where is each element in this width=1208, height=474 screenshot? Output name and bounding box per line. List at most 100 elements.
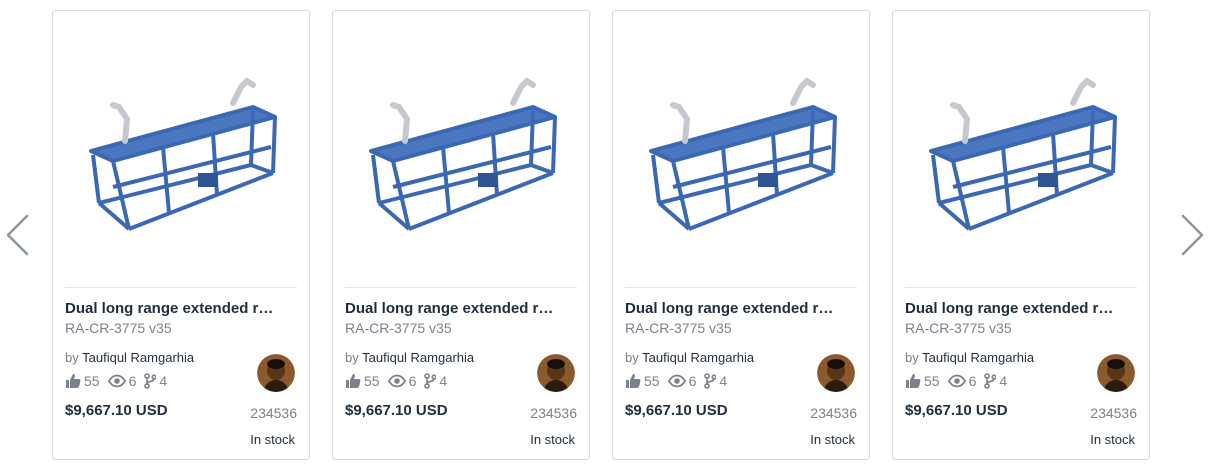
author-line: by Taufiqul Ramgarhia [905,350,1034,365]
author-photo [537,354,575,392]
chevron-right-icon [1181,214,1204,256]
views-stat: 6 [107,373,137,389]
views-stat: 6 [667,373,697,389]
product-carousel: Dual long range extended r… RA-CR-3775 v… [52,10,1152,462]
product-price: $9,667.10 USD [905,402,1008,419]
author-link[interactable]: Taufiqul Ramgarhia [362,350,474,365]
carousel-next-button[interactable] [1170,210,1208,260]
product-thumbnail[interactable] [63,23,299,285]
author-link[interactable]: Taufiqul Ramgarhia [82,350,194,365]
by-label: by [345,350,359,365]
views-count: 6 [968,373,977,389]
robot-frame-image [89,77,277,231]
stock-status: In stock [250,432,295,447]
forks-stat: 4 [984,373,1007,389]
author-avatar[interactable] [257,354,295,392]
forks-stat: 4 [144,373,167,389]
carousel-prev-button[interactable] [0,210,40,260]
by-label: by [65,350,79,365]
product-title[interactable]: Dual long range extended r… [65,300,301,317]
product-thumbnail[interactable] [623,23,859,285]
eye-icon [947,374,966,388]
part-number: RA-CR-3775 v35 [65,320,172,336]
author-photo [1097,354,1135,392]
product-thumbnail[interactable] [343,23,579,285]
views-count: 6 [408,373,417,389]
likes-count: 55 [84,373,100,389]
views-count: 6 [688,373,697,389]
product-stats: 55 6 4 [905,372,1015,390]
thumbs-up-icon [346,374,361,388]
stock-status: In stock [810,432,855,447]
author-avatar[interactable] [1097,354,1135,392]
author-link[interactable]: Taufiqul Ramgarhia [642,350,754,365]
author-photo [257,354,295,392]
part-number: RA-CR-3775 v35 [905,320,1012,336]
author-avatar[interactable] [537,354,575,392]
views-count: 6 [128,373,137,389]
likes-count: 55 [364,373,380,389]
card-divider [345,287,577,288]
likes-count: 55 [644,373,660,389]
by-label: by [905,350,919,365]
product-code: 234536 [810,405,857,421]
eye-icon [387,374,406,388]
card-divider [625,287,857,288]
forks-count: 4 [159,373,168,389]
product-price: $9,667.10 USD [625,402,728,419]
product-stats: 55 6 4 [625,372,735,390]
stock-status: In stock [530,432,575,447]
fork-icon [144,373,157,389]
thumbs-up-icon [626,374,641,388]
fork-icon [704,373,717,389]
forks-stat: 4 [424,373,447,389]
by-label: by [625,350,639,365]
author-photo [817,354,855,392]
chevron-left-icon [6,214,29,256]
stock-status: In stock [1090,432,1135,447]
eye-icon [667,374,686,388]
part-number: RA-CR-3775 v35 [345,320,452,336]
product-title[interactable]: Dual long range extended r… [625,300,861,317]
product-card[interactable]: Dual long range extended r… RA-CR-3775 v… [52,10,310,460]
author-avatar[interactable] [817,354,855,392]
likes-stat: 55 [345,373,380,389]
views-stat: 6 [947,373,977,389]
forks-count: 4 [719,373,728,389]
product-thumbnail[interactable] [903,23,1139,285]
forks-count: 4 [999,373,1008,389]
likes-stat: 55 [905,373,940,389]
product-card[interactable]: Dual long range extended r… RA-CR-3775 v… [612,10,870,460]
forks-count: 4 [439,373,448,389]
product-stats: 55 6 4 [65,372,175,390]
author-line: by Taufiqul Ramgarhia [345,350,474,365]
robot-frame-image [649,77,837,231]
fork-icon [984,373,997,389]
views-stat: 6 [387,373,417,389]
eye-icon [107,374,126,388]
card-divider [65,287,297,288]
author-link[interactable]: Taufiqul Ramgarhia [922,350,1034,365]
author-line: by Taufiqul Ramgarhia [625,350,754,365]
product-card[interactable]: Dual long range extended r… RA-CR-3775 v… [332,10,590,460]
product-card[interactable]: Dual long range extended r… RA-CR-3775 v… [892,10,1150,460]
product-title[interactable]: Dual long range extended r… [345,300,581,317]
thumbs-up-icon [66,374,81,388]
likes-count: 55 [924,373,940,389]
product-stats: 55 6 4 [345,372,455,390]
product-code: 234536 [1090,405,1137,421]
robot-frame-image [929,77,1117,231]
likes-stat: 55 [65,373,100,389]
product-price: $9,667.10 USD [345,402,448,419]
product-code: 234536 [530,405,577,421]
likes-stat: 55 [625,373,660,389]
product-code: 234536 [250,405,297,421]
forks-stat: 4 [704,373,727,389]
part-number: RA-CR-3775 v35 [625,320,732,336]
thumbs-up-icon [906,374,921,388]
product-price: $9,667.10 USD [65,402,168,419]
product-title[interactable]: Dual long range extended r… [905,300,1141,317]
robot-frame-image [369,77,557,231]
fork-icon [424,373,437,389]
card-divider [905,287,1137,288]
